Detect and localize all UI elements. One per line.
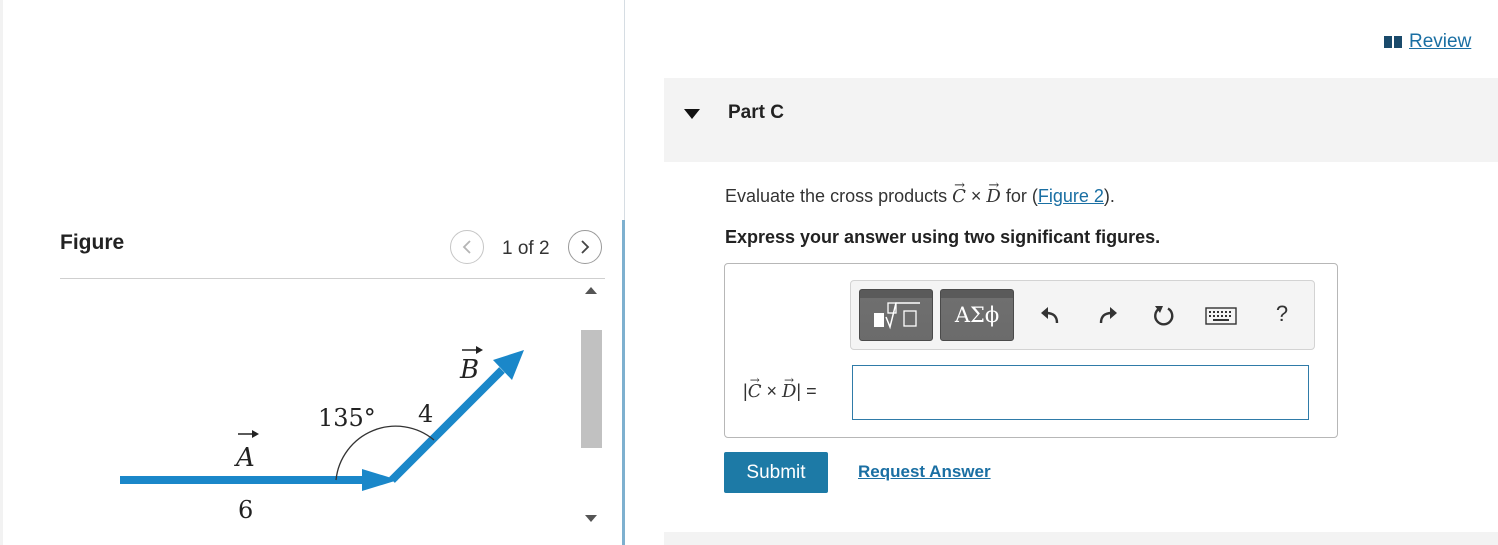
figure-panel: Figure 1 of 2 135° 4 B A 6 — [0, 0, 625, 545]
lhs-vector-c-overarrow: → — [749, 373, 760, 387]
figure-pager: 1 of 2 — [450, 230, 608, 264]
vector-a-overarrow — [238, 430, 259, 438]
instruction-text: Express your answer using two significan… — [725, 227, 1161, 247]
pager-text: 1 of 2 — [502, 238, 550, 259]
page: Figure 1 of 2 135° 4 B A 6 Review Part C… — [0, 0, 1498, 545]
vector-d-overarrow: → — [988, 178, 1000, 193]
vector-b-overarrow — [462, 346, 483, 354]
answer-input[interactable] — [852, 365, 1309, 420]
scroll-up-arrow-icon[interactable] — [585, 287, 597, 294]
templates-button[interactable] — [859, 289, 933, 341]
abs-close-equals: | = — [796, 381, 817, 401]
vector-b-arrow — [389, 367, 505, 483]
keyboard-button[interactable] — [1205, 303, 1237, 329]
vector-d: D → — [986, 178, 1000, 207]
undo-button[interactable] — [1037, 303, 1063, 329]
next-figure-button[interactable] — [568, 230, 602, 264]
review-label: Review — [1409, 31, 1472, 52]
vector-a-magnitude: 6 — [238, 496, 253, 524]
figure-title: Figure — [60, 231, 125, 254]
figure-scrollbar[interactable] — [580, 280, 602, 545]
lhs-vector-d-overarrow: → — [783, 373, 795, 387]
part-title: Part C — [728, 102, 784, 123]
chevron-left-icon — [462, 240, 471, 254]
vector-c-overarrow: → — [954, 178, 966, 193]
answer-lhs: |C → × D → | = — [743, 373, 817, 402]
times-symbol: × — [965, 186, 987, 206]
templates-icon — [874, 302, 920, 330]
part-header[interactable]: Part C — [664, 78, 1498, 162]
request-answer-link[interactable]: Request Answer — [858, 462, 991, 482]
lhs-vector-c: C → — [748, 373, 762, 402]
lhs-times: × — [761, 381, 782, 401]
book-icon — [1384, 36, 1402, 48]
figure-2-link[interactable]: Figure 2 — [1038, 186, 1104, 206]
vector-b-magnitude: 4 — [418, 400, 433, 428]
question-text: Evaluate the cross products C → × D → for … — [725, 178, 1115, 207]
panel-edge — [0, 0, 3, 545]
lhs-vector-d: D → — [782, 373, 796, 402]
reset-button[interactable] — [1151, 303, 1177, 329]
question-for-text: for ( — [1000, 186, 1038, 206]
redo-button[interactable] — [1095, 303, 1121, 329]
figure-divider — [60, 278, 605, 279]
vector-figure: 135° 4 B A 6 — [120, 346, 524, 524]
vector-b-label: B — [459, 355, 479, 385]
help-button[interactable]: ? — [1269, 301, 1295, 327]
review-link[interactable]: Review — [1383, 31, 1471, 53]
symbols-button[interactable]: ΑΣϕ — [940, 289, 1014, 341]
caret-down-icon[interactable] — [684, 109, 700, 119]
redo-icon — [1099, 307, 1117, 324]
angle-label: 135° — [318, 404, 376, 432]
vector-a-label: A — [234, 443, 255, 473]
answer-box: ΑΣϕ ? |C → × D → | = — [724, 263, 1338, 438]
undo-icon — [1041, 307, 1059, 324]
keyboard-icon — [1205, 307, 1237, 325]
previous-figure-button[interactable] — [450, 230, 484, 264]
chevron-right-icon — [581, 240, 590, 254]
panel-splitter[interactable] — [622, 220, 625, 545]
question-prefix: Evaluate the cross products — [725, 186, 953, 206]
reset-icon — [1154, 306, 1174, 326]
scrollbar-thumb[interactable] — [581, 330, 602, 448]
vector-c: C → — [952, 178, 966, 207]
next-part-header — [664, 532, 1498, 545]
submit-button[interactable]: Submit — [724, 452, 828, 493]
math-toolbar: ΑΣϕ ? — [850, 280, 1315, 350]
question-suffix: ). — [1103, 186, 1115, 206]
scroll-down-arrow-icon[interactable] — [585, 515, 597, 522]
